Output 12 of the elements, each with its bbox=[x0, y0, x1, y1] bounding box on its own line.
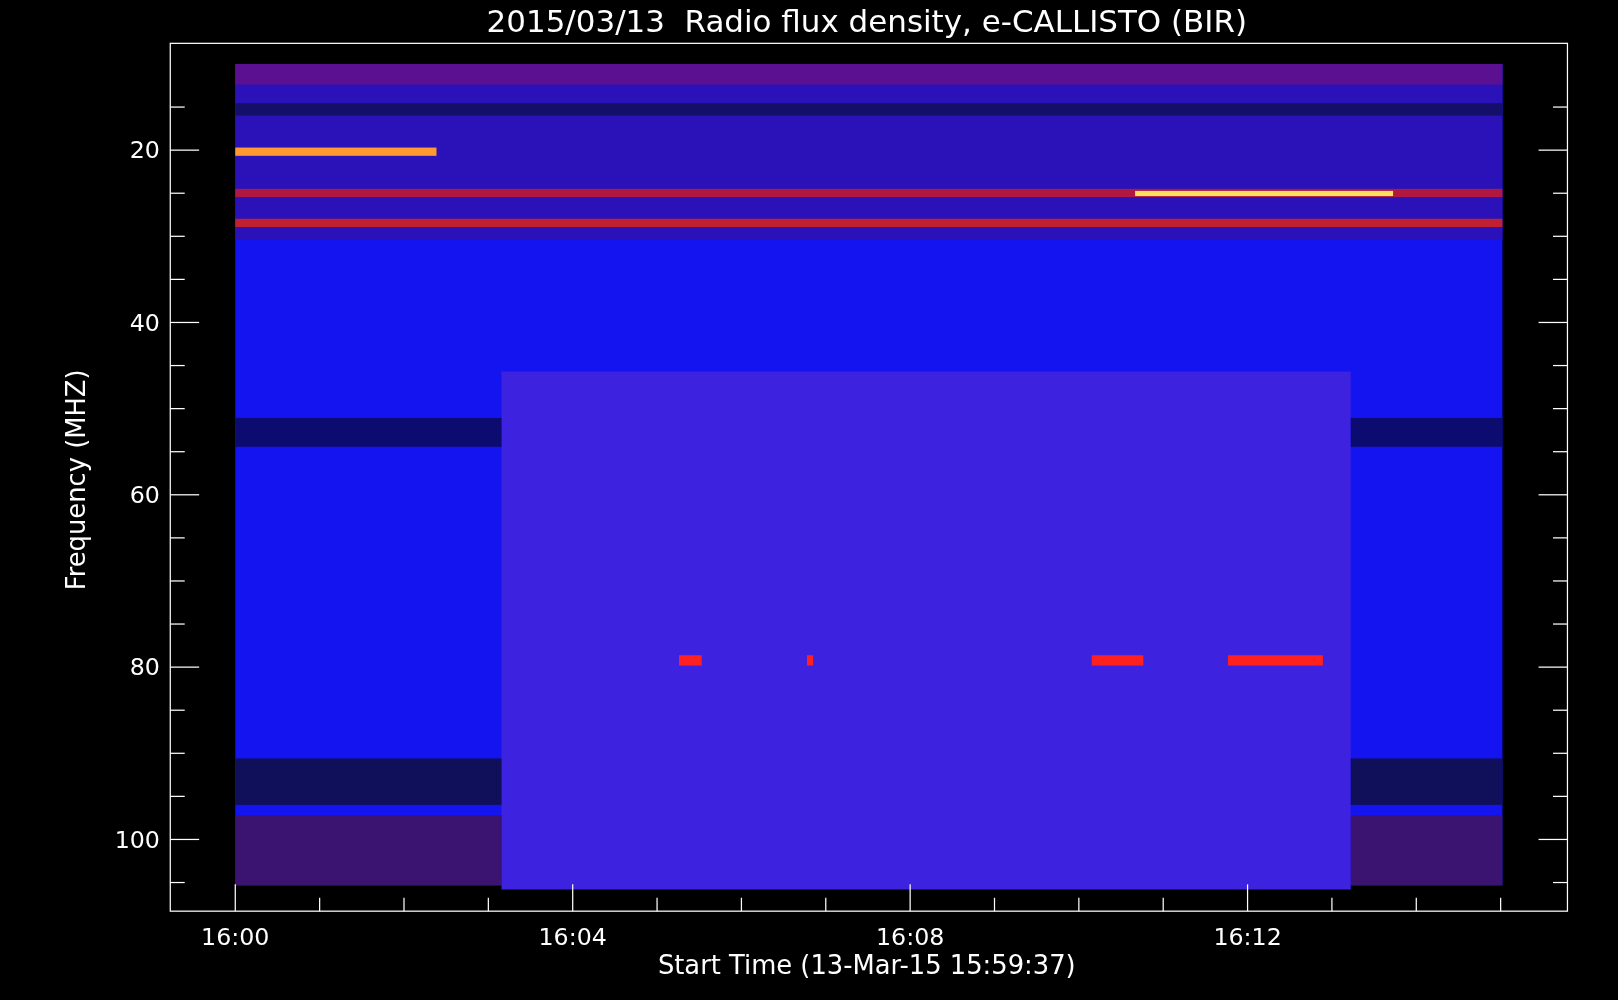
chart-title: 2015/03/13 Radio flux density, e-CALLISTO (BIR) bbox=[486, 3, 1247, 39]
y-tick-label: 80 bbox=[129, 653, 160, 682]
x-tick-label: 16:00 bbox=[201, 923, 270, 952]
x-tick-label: 16:08 bbox=[875, 923, 945, 952]
x-tick-label: 16:12 bbox=[1213, 923, 1282, 952]
x-tick-label: 16:04 bbox=[538, 923, 607, 952]
y-tick-label: 60 bbox=[129, 481, 160, 510]
x-axis-title: Start Time (13-Mar-15 15:59:37) bbox=[657, 950, 1076, 981]
y-tick-label: 20 bbox=[129, 136, 160, 165]
y-axis-title: Frequency (MHZ) bbox=[60, 369, 91, 591]
y-tick-label: 40 bbox=[129, 308, 160, 337]
y-tick-label: 100 bbox=[114, 825, 160, 854]
